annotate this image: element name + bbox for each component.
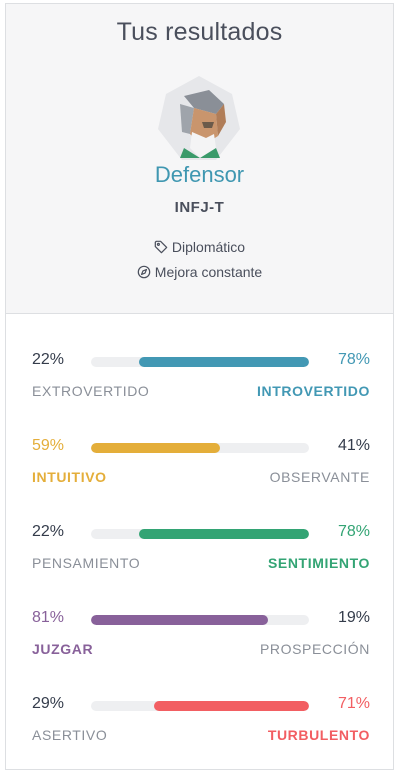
- trait-left-label: EXTROVERTIDO: [32, 383, 150, 399]
- trait-right-label: INTROVERTIDO: [257, 383, 370, 399]
- strategy-row: Mejora constante: [6, 264, 393, 280]
- compass-icon: [137, 265, 151, 279]
- role-row: Diplomático: [6, 239, 393, 255]
- trait-bar-fill: [154, 701, 309, 711]
- trait-right-label: PROSPECCIÓN: [259, 641, 370, 657]
- results-header: Tus resultados Defensor INFJ-T Diplomáti…: [6, 4, 393, 314]
- trait-right-percent: 71%: [337, 695, 370, 712]
- trait-right-label: SENTIMIENTO: [267, 555, 370, 571]
- trait-bar: [91, 701, 309, 711]
- trait-bar-fill: [91, 443, 220, 453]
- page-title: Tus resultados: [116, 18, 283, 46]
- personality-type-name[interactable]: Defensor: [6, 162, 393, 188]
- trait-left-label: PENSAMIENTO: [32, 555, 141, 571]
- trait-row: 22% 78% EXTROVERTIDO INTROVERTIDO: [31, 351, 370, 411]
- trait-bar: [91, 615, 309, 625]
- trait-left-label: JUZGAR: [32, 641, 94, 657]
- trait-left-label: INTUITIVO: [32, 469, 107, 485]
- trait-right-label: OBSERVANTE: [269, 469, 370, 485]
- trait-row: 81% 19% JUZGAR PROSPECCIÓN: [31, 609, 370, 669]
- trait-bar: [91, 529, 309, 539]
- personality-type-code: INFJ-T: [174, 199, 225, 216]
- trait-bar-fill: [138, 357, 309, 367]
- trait-left-percent: 29%: [32, 695, 65, 712]
- results-card: Tus resultados Defensor INFJ-T Diplomáti…: [5, 3, 394, 770]
- trait-row: 59% 41% INTUITIVO OBSERVANTE: [31, 437, 370, 497]
- tag-icon: [154, 240, 168, 254]
- trait-right-percent: 78%: [337, 351, 370, 368]
- trait-right-percent: 19%: [337, 609, 370, 626]
- trait-left-label: ASERTIVO: [32, 727, 108, 743]
- trait-left-percent: 81%: [32, 609, 65, 626]
- trait-left-percent: 59%: [32, 437, 65, 454]
- trait-right-label: TURBULENTO: [267, 727, 370, 743]
- strategy-label: Mejora constante: [154, 264, 263, 280]
- trait-row: 22% 78% PENSAMIENTO SENTIMIENTO: [31, 523, 370, 583]
- trait-right-percent: 78%: [337, 523, 370, 540]
- trait-left-percent: 22%: [32, 523, 65, 540]
- trait-bar-fill: [138, 529, 309, 539]
- defender-avatar: [158, 76, 240, 160]
- trait-bar: [91, 443, 309, 453]
- trait-bar: [91, 357, 309, 367]
- role-label: Diplomático: [171, 239, 246, 255]
- trait-bar-fill: [91, 615, 268, 625]
- trait-right-percent: 41%: [337, 437, 370, 454]
- trait-left-percent: 22%: [32, 351, 65, 368]
- trait-row: 29% 71% ASERTIVO TURBULENTO: [31, 695, 370, 755]
